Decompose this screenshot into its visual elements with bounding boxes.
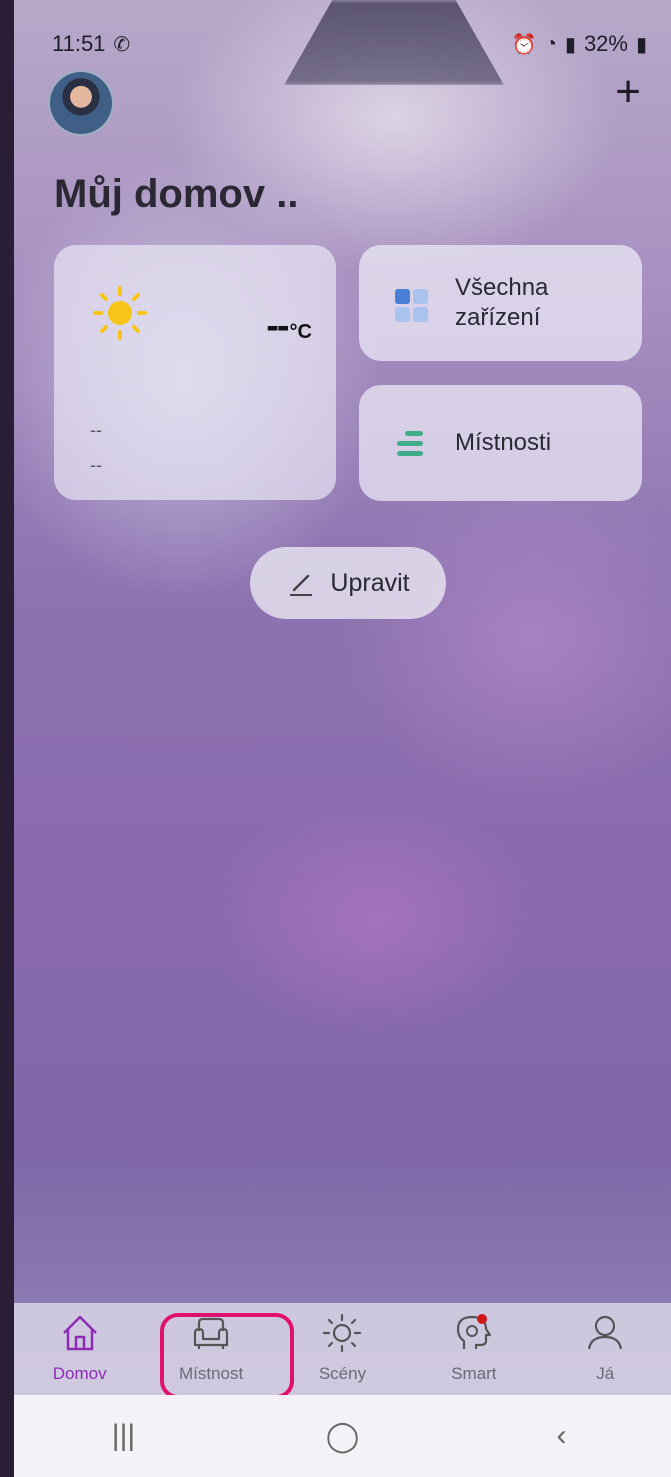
person-icon	[588, 1315, 623, 1350]
status-bar: 11:51 ✆ ⏰ ◔ ▮ 32% ▮	[52, 28, 647, 60]
scene-sun-icon	[323, 1313, 362, 1353]
recents-button[interactable]: |||	[84, 1419, 164, 1453]
temperature: -- °C	[266, 305, 312, 348]
weather-line-2: --	[90, 455, 102, 475]
temperature-value: --	[266, 305, 289, 347]
signal-icon: ▮	[564, 33, 576, 56]
add-button[interactable]: +	[615, 70, 641, 114]
wifi-icon: ◔	[544, 32, 557, 55]
tab-ja[interactable]: Já	[550, 1303, 660, 1384]
system-nav-bar: ||| ◯ ‹	[14, 1395, 671, 1477]
rooms-label: Místnosti	[455, 429, 552, 456]
alarm-icon: ⏰	[511, 33, 537, 56]
rooms-tile[interactable]: Místnosti	[359, 385, 642, 501]
rooms-list-icon	[391, 423, 431, 463]
armchair-icon	[193, 1317, 229, 1349]
battery-level: 32%	[583, 31, 628, 56]
home-nav-button[interactable]: ◯	[303, 1419, 383, 1454]
whatsapp-icon: ✆	[113, 33, 131, 56]
tab-label: Místnost	[178, 1364, 244, 1383]
pencil-icon	[290, 574, 313, 596]
all-devices-label: Všechna zařízení	[455, 274, 549, 331]
battery-icon: ▮	[635, 33, 647, 56]
sun-icon	[93, 286, 147, 340]
tab-label: Já	[596, 1364, 615, 1383]
weather-card[interactable]: -- °C -- --	[54, 245, 336, 500]
status-time: 11:51	[52, 31, 106, 56]
all-devices-tile[interactable]: Všechna zařízení	[359, 245, 642, 361]
edit-button[interactable]: Upravit	[250, 547, 446, 619]
grid-icon	[391, 283, 431, 323]
tab-sceny[interactable]: Scény	[287, 1303, 397, 1384]
tab-smart[interactable]: Smart	[419, 1303, 529, 1384]
app-screen: 11:51 ✆ ⏰ ◔ ▮ 32% ▮ + Můj domov .. -- °C…	[14, 0, 671, 1477]
tab-label: Smart	[451, 1364, 497, 1383]
brain-icon	[456, 1314, 491, 1349]
tab-label: Scény	[318, 1364, 367, 1383]
bottom-tab-bar: Domov Místnost Scény Smart Já	[14, 1303, 671, 1395]
home-icon	[62, 1315, 97, 1351]
page-title: Můj domov ..	[54, 172, 299, 216]
avatar[interactable]	[48, 70, 114, 136]
back-button[interactable]: ‹	[522, 1419, 602, 1453]
edit-button-label: Upravit	[330, 568, 410, 597]
tab-domov[interactable]: Domov	[25, 1303, 135, 1384]
tab-mistnost[interactable]: Místnost	[156, 1303, 266, 1384]
temperature-unit: °C	[289, 321, 312, 343]
tab-label: Domov	[52, 1364, 107, 1383]
weather-line-1: --	[90, 420, 102, 440]
